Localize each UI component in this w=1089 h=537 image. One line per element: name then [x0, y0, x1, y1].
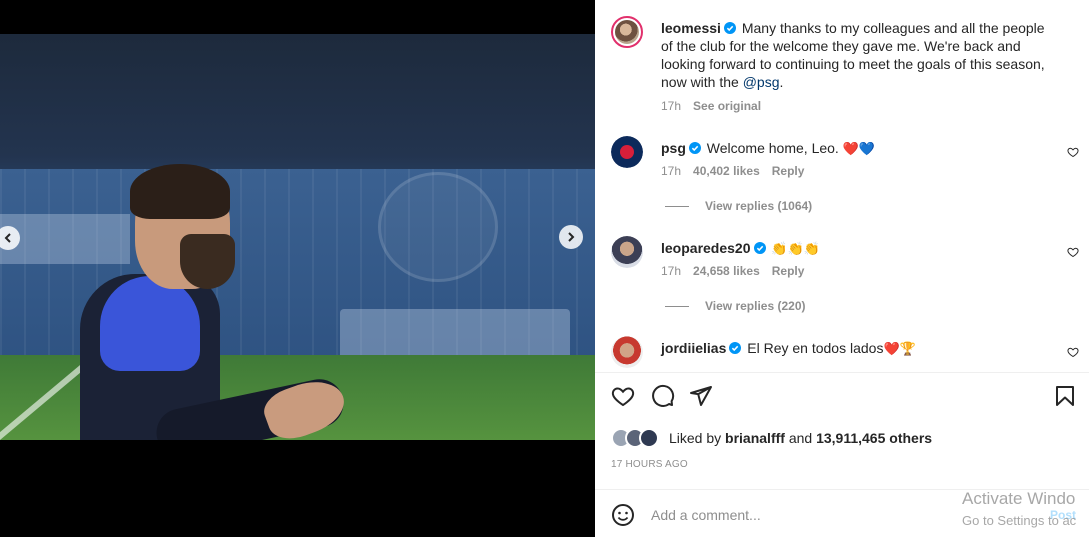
verified-badge-icon [723, 22, 736, 34]
commenter-avatar[interactable] [611, 136, 643, 168]
caption-block: leomessi Many thanks to my colleagues an… [611, 16, 1079, 116]
view-replies-button[interactable]: View replies (220) [665, 299, 806, 313]
next-button[interactable] [559, 225, 583, 249]
reply-button[interactable]: Reply [772, 164, 805, 178]
comment-bubble-icon[interactable] [651, 384, 675, 408]
emoji-smile-icon[interactable] [611, 503, 635, 527]
reply-button[interactable]: Reply [772, 264, 805, 278]
comment-text: leoparedes20 👏👏👏 [661, 239, 1049, 259]
chevron-right-icon [568, 232, 575, 242]
comment-text: jordiielias El Rey en todos lados❤️🏆 [661, 340, 916, 357]
verified-badge-icon [729, 342, 742, 354]
commenter-username[interactable]: leoparedes20 [661, 240, 751, 256]
view-replies-button[interactable]: View replies (1064) [665, 199, 812, 213]
likes-summary: Liked by brianalfff and 13,911,465 other… [611, 428, 932, 448]
commenter-username[interactable]: psg [661, 140, 686, 156]
comment-emoji: 👏👏👏 [771, 242, 820, 257]
comment-time[interactable]: 17h [661, 264, 681, 278]
author-avatar[interactable] [611, 16, 643, 48]
like-heart-icon[interactable] [611, 384, 635, 408]
comments-list[interactable]: leomessi Many thanks to my colleagues an… [595, 0, 1089, 372]
commenter-avatar[interactable] [611, 336, 643, 368]
comment-item: leoparedes20 👏👏👏 17h 24,658 likes Reply … [611, 236, 1079, 316]
windows-activation-watermark: Activate Windo Go to Settings to ac [962, 489, 1077, 528]
divider [595, 372, 1089, 373]
comment-item: jordiielias El Rey en todos lados❤️🏆 [611, 336, 1079, 372]
like-comment-heart-icon[interactable] [1067, 346, 1079, 358]
see-original-button[interactable]: See original [693, 99, 761, 113]
chevron-left-icon [4, 233, 11, 243]
caption-time[interactable]: 17h [661, 99, 681, 113]
comment-likes[interactable]: 24,658 likes [693, 264, 760, 278]
comment-time[interactable]: 17h [661, 164, 681, 178]
comment-text: psg Welcome home, Leo. ❤️💙 [661, 140, 876, 157]
like-comment-heart-icon[interactable] [1067, 146, 1079, 158]
verified-badge-icon [688, 142, 701, 154]
action-bar [611, 384, 1081, 412]
caption-text: leomessi Many thanks to my colleagues an… [661, 20, 1045, 90]
liker-avatars[interactable] [611, 428, 663, 448]
comment-likes[interactable]: 40,402 likes [693, 164, 760, 178]
commenter-avatar[interactable] [611, 236, 643, 268]
instagram-post-viewer: leomessi Many thanks to my colleagues an… [0, 0, 1089, 537]
post-timestamp[interactable]: 17 HOURS AGO [611, 459, 688, 470]
likes-count[interactable]: 13,911,465 others [816, 430, 932, 446]
author-username[interactable]: leomessi [661, 20, 721, 36]
comment-input[interactable]: Add a comment... [651, 507, 761, 523]
mention-link[interactable]: @psg [743, 74, 780, 90]
post-side-panel: leomessi Many thanks to my colleagues an… [595, 0, 1089, 537]
like-comment-heart-icon[interactable] [1067, 246, 1079, 258]
verified-badge-icon [753, 242, 766, 254]
save-bookmark-icon[interactable] [1053, 384, 1077, 408]
comment-emoji: ❤️🏆 [883, 342, 916, 357]
commenter-username[interactable]: jordiielias [661, 340, 726, 356]
liker-username[interactable]: brianalfff [725, 430, 785, 446]
media-area [0, 0, 595, 537]
player-figure [75, 164, 365, 440]
comment-emoji: ❤️💙 [842, 142, 876, 157]
share-plane-icon[interactable] [689, 384, 713, 408]
comment-item: psg Welcome home, Leo. ❤️💙 17h 40,402 li… [611, 136, 1079, 216]
post-photo[interactable] [0, 34, 595, 440]
